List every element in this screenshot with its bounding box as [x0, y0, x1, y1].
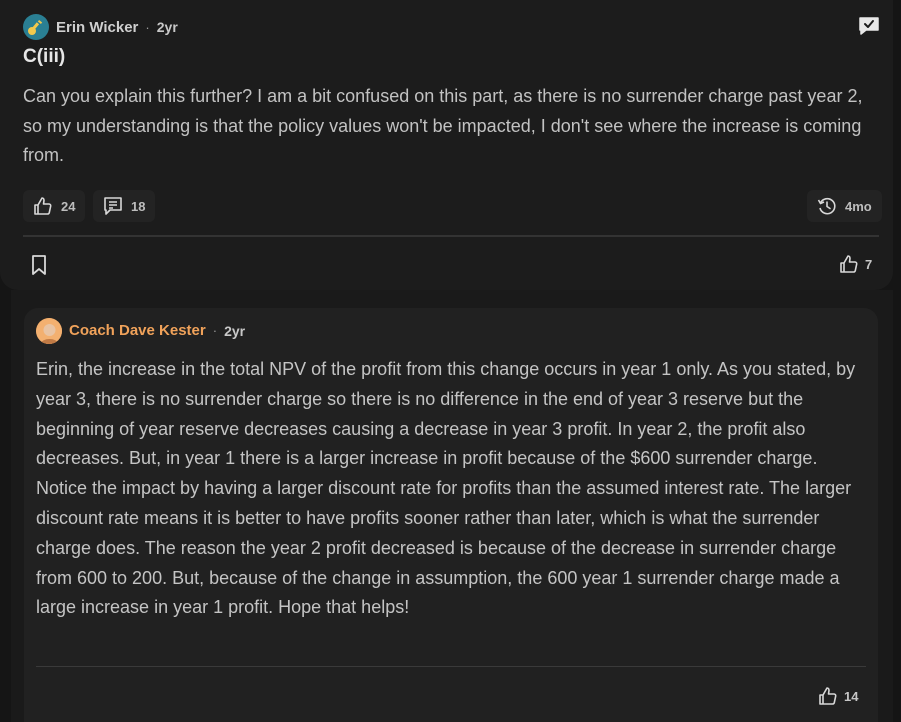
thumbs-up-icon: [840, 255, 858, 273]
author-name[interactable]: Erin Wicker: [56, 19, 138, 36]
divider: [23, 235, 879, 237]
thumbs-up-icon: [34, 197, 52, 215]
thumbs-up-icon: [819, 687, 837, 705]
author-avatar[interactable]: [23, 14, 49, 40]
footer-like-button[interactable]: 7: [839, 254, 872, 274]
reply-header: Coach Dave Kester · 2yr: [36, 317, 245, 344]
post-time: 2yr: [156, 19, 178, 35]
reply-divider: [36, 666, 866, 667]
comment-icon: [104, 197, 122, 215]
reply-time: 2yr: [224, 322, 246, 339]
separator-dot: ·: [212, 323, 218, 338]
reply-author-name[interactable]: Coach Dave Kester: [69, 322, 206, 339]
bookmark-icon[interactable]: [30, 254, 48, 276]
key-avatar-icon: [28, 19, 43, 35]
separator-dot: ·: [145, 19, 150, 35]
history-time: 4mo: [845, 198, 872, 214]
chat-check-icon[interactable]: [858, 16, 880, 36]
post-title: C(iii): [23, 46, 66, 67]
history-button[interactable]: 4mo: [807, 190, 882, 222]
history-icon: [817, 197, 836, 215]
footer-like-count: 7: [865, 256, 873, 272]
reply-like-button[interactable]: 14: [818, 686, 858, 706]
comment-count: 18: [131, 198, 146, 214]
person-avatar-icon: [36, 317, 62, 344]
reply-body: Erin, the increase in the total NPV of t…: [36, 359, 856, 618]
like-count: 24: [61, 198, 76, 214]
coach-avatar[interactable]: [36, 317, 62, 344]
like-button[interactable]: 24: [23, 190, 86, 222]
comment-button[interactable]: 18: [93, 190, 156, 222]
post-body: Can you explain this further? I am a bit…: [23, 86, 863, 166]
post-header: Erin Wicker · 2yr: [23, 14, 178, 40]
reply-like-count: 14: [844, 688, 859, 704]
